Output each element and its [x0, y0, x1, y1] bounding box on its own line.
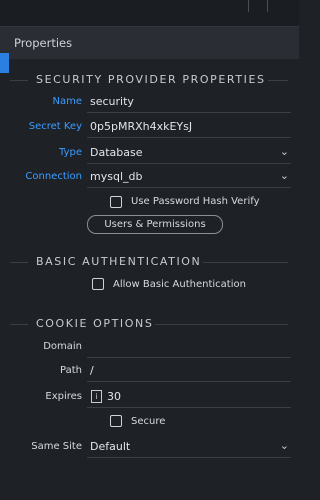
properties-panel-header: Properties [0, 26, 299, 60]
path-field[interactable]: / [87, 362, 291, 382]
use-password-hash-label: Use Password Hash Verify [131, 196, 260, 207]
allow-basic-auth-checkbox[interactable] [92, 278, 104, 290]
section-cookie-options: COOKIE OPTIONS [10, 317, 299, 331]
secret-key-row: Secret Key 0p5pMRXh4xkEYsJ [0, 118, 299, 138]
type-select[interactable]: Database ⌄ [87, 144, 291, 164]
users-permissions-button[interactable]: Users & Permissions [87, 215, 223, 234]
secure-checkbox[interactable] [110, 415, 122, 427]
secret-key-label: Secret Key [28, 121, 82, 132]
type-label: Type [59, 147, 82, 158]
expires-row: Expires i 30 [0, 388, 299, 408]
name-row: Name security [0, 93, 299, 113]
expires-label: Expires [45, 391, 82, 402]
chevron-down-icon: ⌄ [279, 145, 289, 158]
connection-row: Connection mysql_db ⌄ [0, 168, 299, 188]
chevron-down-icon: ⌄ [279, 169, 289, 182]
domain-row: Domain [0, 338, 299, 358]
section-basic-authentication: BASIC AUTHENTICATION [10, 255, 299, 269]
section-title: BASIC AUTHENTICATION [34, 255, 204, 268]
domain-label: Domain [43, 341, 82, 352]
path-label: Path [60, 365, 82, 376]
chevron-down-icon: ⌄ [279, 439, 289, 452]
info-icon: i [91, 390, 102, 403]
use-password-hash-checkbox[interactable] [110, 196, 122, 208]
top-toolbar-strip [0, 0, 299, 26]
connection-select[interactable]: mysql_db ⌄ [87, 168, 291, 188]
type-row: Type Database ⌄ [0, 144, 299, 164]
same-site-select[interactable]: Default ⌄ [87, 438, 291, 458]
connection-label: Connection [25, 171, 82, 182]
toolbar-divider [267, 0, 268, 12]
panel-title: Properties [14, 36, 73, 50]
section-title: COOKIE OPTIONS [34, 317, 156, 330]
path-row: Path / [0, 362, 299, 382]
selection-accent-bar [0, 53, 9, 73]
name-label: Name [52, 96, 82, 107]
same-site-row: Same Site Default ⌄ [0, 438, 299, 458]
section-security-provider: SECURITY PROVIDER PROPERTIES [10, 73, 299, 87]
domain-field[interactable] [87, 338, 291, 358]
secret-key-field[interactable]: 0p5pMRXh4xkEYsJ [87, 118, 291, 138]
secure-label: Secure [131, 416, 166, 427]
name-field[interactable]: security [87, 93, 291, 113]
allow-basic-auth-label: Allow Basic Authentication [113, 279, 246, 290]
expires-field[interactable]: i 30 [87, 388, 291, 408]
toolbar-divider [248, 0, 249, 12]
same-site-label: Same Site [31, 441, 82, 452]
section-title: SECURITY PROVIDER PROPERTIES [34, 73, 268, 86]
